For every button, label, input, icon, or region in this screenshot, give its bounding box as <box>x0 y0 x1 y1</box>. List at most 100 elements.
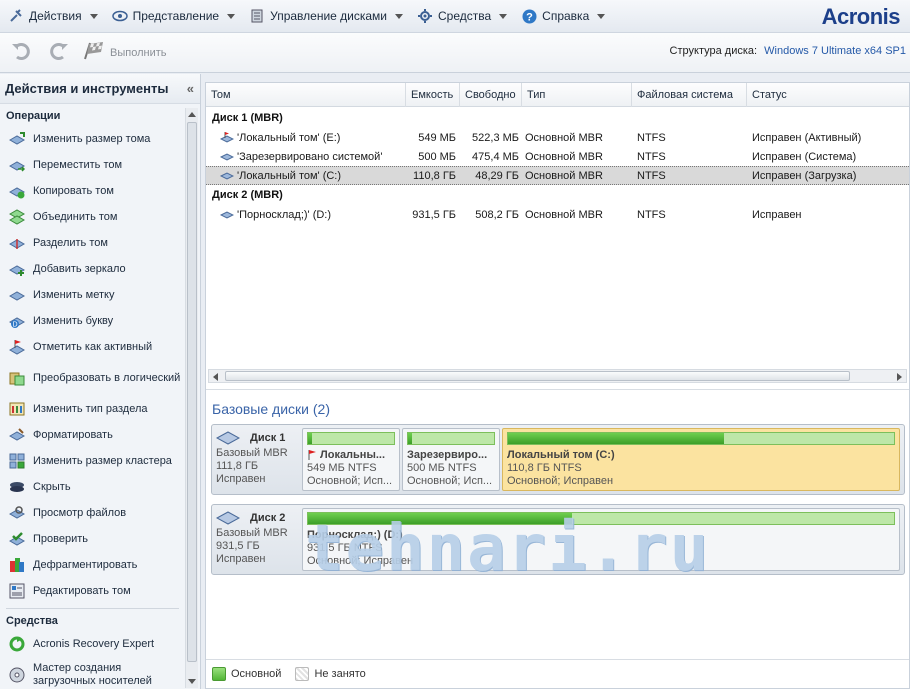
menu-disk-management[interactable]: Управление дисками <box>241 0 409 33</box>
volume-status: Исправен (Активный) <box>752 131 862 144</box>
volume-active-icon <box>219 131 235 144</box>
op-resize-volume[interactable]: Изменить размер тома <box>0 126 185 152</box>
op-edit-volume[interactable]: Редактировать том <box>0 578 185 604</box>
op-cluster-size[interactable]: Изменить размер кластера <box>0 448 185 474</box>
partition-block-selected[interactable]: Локальный том (C:) 110,8 ГБ NTFS Основно… <box>502 428 900 491</box>
scrollbar-thumb[interactable] <box>225 371 850 381</box>
volume-free: 508,2 ГБ <box>475 208 519 221</box>
scrollbar-thumb[interactable] <box>187 122 197 662</box>
actions-icon <box>8 8 24 24</box>
table-row[interactable]: 'Локальный том' (E:) 549 МБ 522,3 МБ Осн… <box>206 128 909 147</box>
scroll-down-icon[interactable] <box>188 679 196 684</box>
actions-panel: Действия и инструменты « Операции Измени… <box>0 74 201 689</box>
menu-actions-label: Действия <box>29 9 82 23</box>
disk-management-icon <box>249 8 265 24</box>
chevron-down-icon <box>395 13 403 19</box>
disk-card[interactable]: Диск 1 Базовый MBR 111,8 ГБ Исправен Лок… <box>211 424 905 495</box>
chevron-down-icon <box>89 13 98 19</box>
tool-bootable-media[interactable]: Мастер создания загрузочных носителей <box>0 657 185 689</box>
scroll-left-icon[interactable] <box>213 373 218 381</box>
op-change-partition-type[interactable]: Изменить тип раздела <box>0 396 185 422</box>
menu-view[interactable]: Представление <box>104 0 242 33</box>
split-volume-icon <box>8 235 26 251</box>
primary-swatch-icon <box>212 667 226 681</box>
volume-icon <box>219 209 235 221</box>
table-row-selected[interactable]: 'Локальный том' (C:) 110,8 ГБ 48,29 ГБ О… <box>206 166 909 185</box>
op-format[interactable]: Форматировать <box>0 422 185 448</box>
volume-capacity: 549 МБ <box>418 131 456 144</box>
pane-splitter[interactable] <box>206 385 909 390</box>
undo-button[interactable] <box>8 39 36 67</box>
col-header-capacity[interactable]: Емкость <box>406 83 460 107</box>
recovery-expert-icon <box>9 636 25 652</box>
partition-info: Основной; Исправен <box>507 475 614 487</box>
volume-name: 'Локальный том' (E:) <box>237 131 341 144</box>
menu-actions[interactable]: Действия <box>0 0 104 33</box>
disk-info: Диск 1 Базовый MBR 111,8 ГБ Исправен <box>212 425 300 494</box>
volume-capacity: 110,8 ГБ <box>413 169 456 182</box>
volume-filesystem: NTFS <box>637 208 666 221</box>
scroll-right-icon[interactable] <box>897 373 902 381</box>
change-partition-type-icon <box>9 401 25 417</box>
op-convert-logical[interactable]: Преобразовать в логический <box>0 360 185 396</box>
partition-name: Локальный том (C:) <box>507 449 615 461</box>
op-merge-volume[interactable]: Объединить том <box>0 204 185 230</box>
partition-name: Зарезервиро... <box>407 449 488 461</box>
col-header-status[interactable]: Статус <box>747 83 909 107</box>
table-row[interactable]: 'Порносклад;)' (D:) 931,5 ГБ 508,2 ГБ Ос… <box>206 205 909 224</box>
op-mark-active[interactable]: Отметить как активный <box>0 334 185 360</box>
op-check[interactable]: Проверить <box>0 526 185 552</box>
table-horizontal-scrollbar[interactable] <box>208 369 907 383</box>
operations-section-title: Операции <box>6 110 61 122</box>
col-header-filesystem[interactable]: Файловая система <box>632 83 747 107</box>
resize-volume-icon <box>8 131 26 147</box>
browse-files-icon <box>8 505 26 521</box>
op-split-volume[interactable]: Разделить том <box>0 230 185 256</box>
op-change-letter[interactable]: D Изменить букву <box>0 308 185 334</box>
op-browse-files-label: Просмотр файлов <box>33 506 127 519</box>
menu-help[interactable]: ? Справка <box>513 0 611 33</box>
col-header-volume[interactable]: Том <box>206 83 406 107</box>
op-check-label: Проверить <box>33 532 89 545</box>
actions-panel-title: Действия и инструменты <box>5 81 169 96</box>
disk-structure-label: Структура диска: <box>669 45 758 57</box>
op-add-mirror[interactable]: Добавить зеркало <box>0 256 185 282</box>
op-move-volume[interactable]: Переместить том <box>0 152 185 178</box>
op-browse-files[interactable]: Просмотр файлов <box>0 500 185 526</box>
menu-tools[interactable]: Средства <box>409 0 513 33</box>
op-change-label[interactable]: Изменить метку <box>0 282 185 308</box>
partition-block[interactable]: Зарезервиро... 500 МБ NTFS Основной; Исп… <box>402 428 500 491</box>
op-defragment[interactable]: Дефрагментировать <box>0 552 185 578</box>
volume-free: 48,29 ГБ <box>475 169 519 182</box>
legend-item-unallocated: Не занято <box>295 667 366 681</box>
redo-icon <box>47 41 69 64</box>
op-copy-volume[interactable]: Копировать том <box>0 178 185 204</box>
col-header-free[interactable]: Свободно <box>460 83 522 107</box>
scroll-up-icon[interactable] <box>188 112 196 117</box>
collapse-icon[interactable]: « <box>187 81 194 96</box>
col-header-type[interactable]: Тип <box>522 83 632 107</box>
watermark: tehnari.ru <box>305 512 711 586</box>
actions-panel-header: Действия и инструменты « <box>0 74 200 104</box>
op-hide[interactable]: Скрыть <box>0 474 185 500</box>
volume-capacity: 931,5 ГБ <box>412 208 456 221</box>
disk-structure-link[interactable]: Windows 7 Ultimate x64 SP1 <box>764 45 906 57</box>
op-copy-volume-label: Копировать том <box>33 184 114 197</box>
actions-list: Операции Изменить размер тома Переместит… <box>0 104 185 689</box>
checkered-flag-icon <box>82 41 106 64</box>
redo-button[interactable] <box>44 39 72 67</box>
disk-view-panel: Том Емкость Свободно Тип Файловая систем… <box>205 82 910 689</box>
actions-panel-scrollbar[interactable] <box>185 108 198 688</box>
disk-kind: Базовый MBR <box>216 447 288 459</box>
legend-unallocated-label: Не занято <box>314 668 366 680</box>
table-row[interactable]: 'Зарезервировано системой' 500 МБ 475,4 … <box>206 147 909 166</box>
tool-recovery-expert[interactable]: Acronis Recovery Expert <box>0 631 185 657</box>
volume-status: Исправен (Система) <box>752 150 857 163</box>
tool-recovery-expert-label: Acronis Recovery Expert <box>33 637 155 650</box>
partition-block[interactable]: Локальны... 549 МБ NTFS Основной; Исп... <box>302 428 400 491</box>
partition-name: Локальны... <box>320 449 386 461</box>
svg-text:?: ? <box>526 11 533 23</box>
run-button[interactable]: Выполнить <box>82 41 166 64</box>
svg-text:D: D <box>12 322 17 329</box>
disk-structure: Структура диска: Windows 7 Ultimate x64 … <box>670 45 906 57</box>
